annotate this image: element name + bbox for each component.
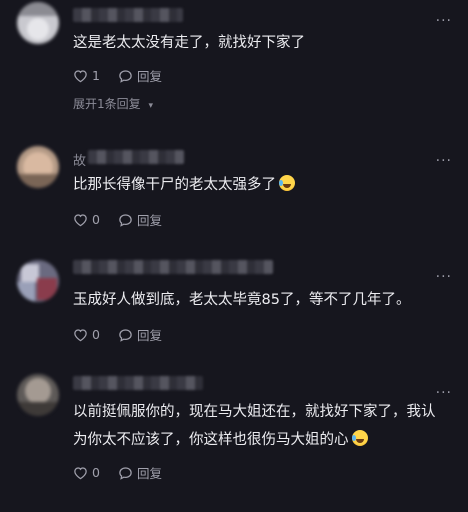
comment-text: 玉成好人做到底，老太太毕竟85了，等不了几年了。: [73, 292, 411, 308]
heart-icon: [74, 69, 87, 82]
chevron-down-icon: ▾: [148, 101, 153, 111]
comment-actions: 0 回复: [73, 210, 180, 229]
laughing-emoji-icon: [279, 175, 295, 191]
avatar[interactable]: [17, 2, 59, 44]
like-button[interactable]: 1: [73, 68, 100, 83]
reply-button[interactable]: 回复: [118, 210, 162, 229]
avatar[interactable]: [17, 260, 59, 302]
comment-bubble-icon: [119, 69, 132, 83]
heart-icon: [74, 213, 87, 226]
avatar[interactable]: [17, 374, 59, 416]
avatar[interactable]: [17, 146, 59, 188]
like-button[interactable]: 0: [73, 327, 100, 342]
comment-item: ··· 玉成好人做到底，老太太毕竟85了，等不了几年了。 0 回复: [0, 258, 468, 348]
reply-button[interactable]: 回复: [118, 325, 162, 344]
reply-button[interactable]: 回复: [118, 66, 162, 85]
comment-bubble-icon: [119, 328, 132, 342]
username-redacted[interactable]: [73, 8, 183, 22]
comment-text: 比那长得像干尸的老太太强多了: [73, 171, 295, 199]
reply-label: 回复: [136, 328, 162, 343]
like-count: 0: [92, 212, 100, 227]
comment-item: ··· 这是老太太没有走了，就找好下家了 1 回复 展开1条回复 ▾: [0, 0, 468, 118]
laughing-emoji-icon: [351, 430, 368, 446]
comment-actions: 0 回复: [73, 463, 180, 482]
username-redacted[interactable]: [73, 376, 203, 390]
comment-text: 这是老太太没有走了，就找好下家了: [73, 35, 305, 51]
reply-label: 回复: [136, 69, 162, 84]
comment-bubble-icon: [119, 466, 132, 480]
like-button[interactable]: 0: [73, 212, 100, 227]
more-options-icon[interactable]: ···: [436, 154, 452, 168]
comment-actions: 0 回复: [73, 325, 180, 344]
username-redacted[interactable]: [88, 150, 184, 164]
comment-item: ··· 以前挺佩服你的，现在马大姐还在，就找好下家了，我认 为你太不应该了，你这…: [0, 372, 468, 492]
heart-icon: [74, 328, 87, 341]
comment-text: 以前挺佩服你的，现在马大姐还在，就找好下家了，我认 为你太不应该了，你这样也很伤…: [73, 404, 436, 448]
reply-label: 回复: [136, 213, 162, 228]
reply-button[interactable]: 回复: [118, 463, 162, 482]
comment-actions: 1 回复: [73, 66, 180, 85]
like-count: 0: [92, 327, 100, 342]
like-count: 1: [92, 68, 100, 83]
heart-icon: [74, 466, 87, 479]
more-options-icon[interactable]: ···: [436, 386, 452, 400]
comment-item: 故 ··· 比那长得像干尸的老太太强多了 0 回复: [0, 146, 468, 236]
username-prefix[interactable]: 故: [73, 150, 86, 169]
reply-label: 回复: [136, 466, 162, 481]
like-count: 0: [92, 465, 100, 480]
username-redacted[interactable]: [73, 260, 273, 274]
like-button[interactable]: 0: [73, 465, 100, 480]
comment-bubble-icon: [119, 213, 132, 227]
more-options-icon[interactable]: ···: [436, 270, 452, 284]
expand-replies-button[interactable]: 展开1条回复 ▾: [73, 95, 153, 112]
more-options-icon[interactable]: ···: [436, 14, 452, 28]
